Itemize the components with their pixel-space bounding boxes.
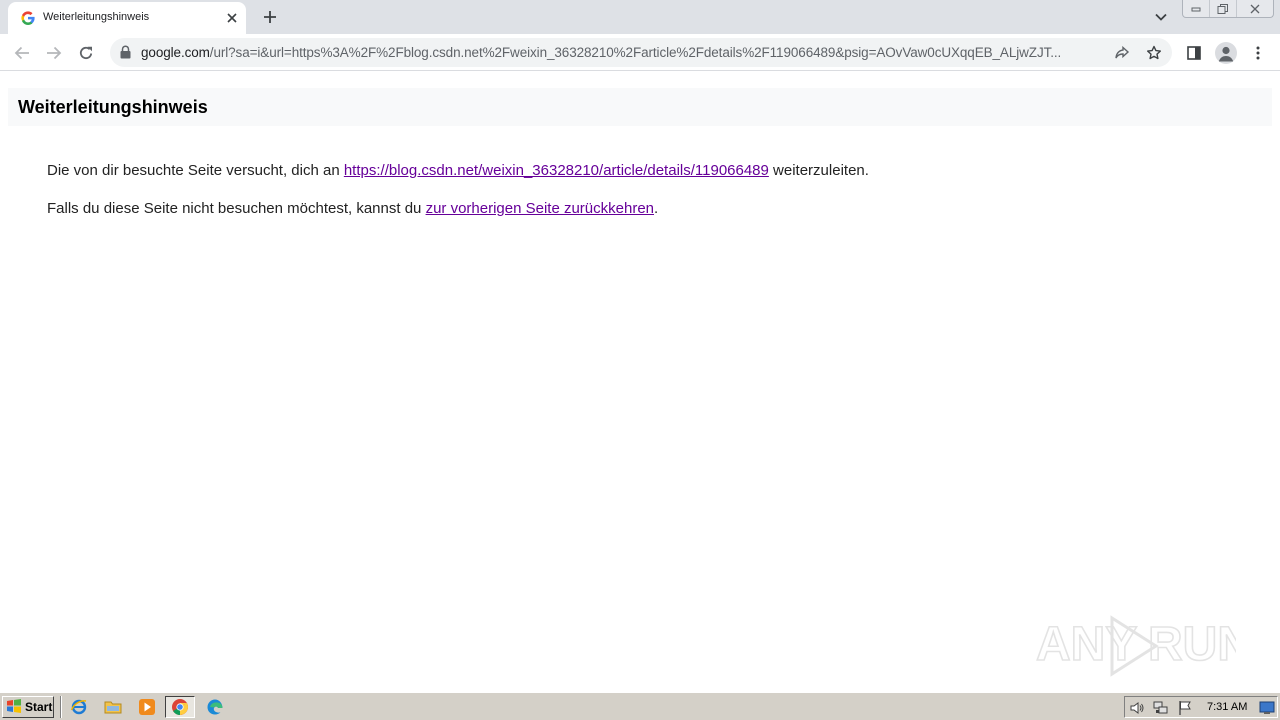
browser-toolbar: google.com/url?sa=i&url=https%3A%2F%2Fbl… [0,34,1280,71]
profile-icon[interactable] [1213,40,1239,66]
media-player-icon[interactable] [136,697,158,717]
internet-explorer-icon[interactable] [68,697,90,717]
reload-icon[interactable] [73,40,99,66]
restore-icon[interactable] [1210,0,1237,17]
forward-arrow-icon[interactable] [41,40,67,66]
taskbar: Start 7:31 AM [0,692,1280,720]
go-back-link[interactable]: zur vorherigen Seite zurückkehren [426,200,654,217]
tab-search-chevron-icon[interactable] [1150,6,1172,28]
url-host: google.com [141,45,210,60]
tab-strip: Weiterleitungshinweis [0,0,1280,34]
new-tab-plus-icon[interactable] [259,6,281,28]
side-panel-icon[interactable] [1181,40,1207,66]
system-tray: 7:31 AM [1124,696,1278,718]
window-close-icon[interactable] [1237,0,1273,17]
star-icon[interactable] [1144,43,1164,63]
start-label: Start [25,700,53,714]
url-text[interactable]: google.com/url?sa=i&url=https%3A%2F%2Fbl… [141,45,1106,60]
taskbar-divider [60,696,62,718]
lock-icon[interactable] [120,45,134,60]
folder-icon[interactable] [102,697,124,717]
back-arrow-icon[interactable] [9,40,35,66]
redirect-notice-prefix: Die von dir besuchte Seite versucht, dic… [47,162,344,179]
tab-title: Weiterleitungshinweis [43,11,150,23]
clock[interactable]: 7:31 AM [1207,701,1247,713]
heading-bar: Weiterleitungshinweis [8,88,1272,126]
redirect-notice-suffix: weiterzuleiten. [768,162,869,179]
go-back-notice-suffix: . [654,200,659,217]
url-path: /url?sa=i&url=https%3A%2F%2Fblog.csdn.ne… [209,45,1062,60]
kebab-menu-icon[interactable] [1245,40,1271,66]
go-back-notice: Falls du diese Seite nicht besuchen möch… [47,200,658,217]
address-bar[interactable]: google.com/url?sa=i&url=https%3A%2F%2Fbl… [110,38,1172,67]
redirect-target-link[interactable]: https://blog.csdn.net/weixin_36328210/ar… [344,162,769,179]
network-icon[interactable] [1153,700,1169,716]
volume-icon[interactable] [1129,700,1145,716]
anyrun-watermark: ANY RUN [1036,615,1236,677]
page-title: Weiterleitungshinweis [18,97,208,117]
page-content: Weiterleitungshinweis Die von dir besuch… [0,72,1280,692]
windows-flag-icon [6,698,22,716]
action-center-flag-icon[interactable] [1177,700,1193,716]
share-icon[interactable] [1112,43,1132,63]
minimize-icon[interactable] [1183,0,1210,17]
show-desktop-icon[interactable] [1259,700,1275,716]
window-controls [1182,0,1274,18]
tab-close-icon[interactable] [223,9,241,27]
tab-active[interactable]: Weiterleitungshinweis [8,2,246,34]
chrome-icon[interactable] [165,696,195,718]
watermark-text-run: RUN [1148,618,1236,671]
google-g-icon [20,10,36,26]
edge-icon[interactable] [204,697,226,717]
redirect-notice: Die von dir besuchte Seite versucht, dic… [47,162,869,179]
start-button[interactable]: Start [2,696,54,718]
go-back-notice-prefix: Falls du diese Seite nicht besuchen möch… [47,200,426,217]
